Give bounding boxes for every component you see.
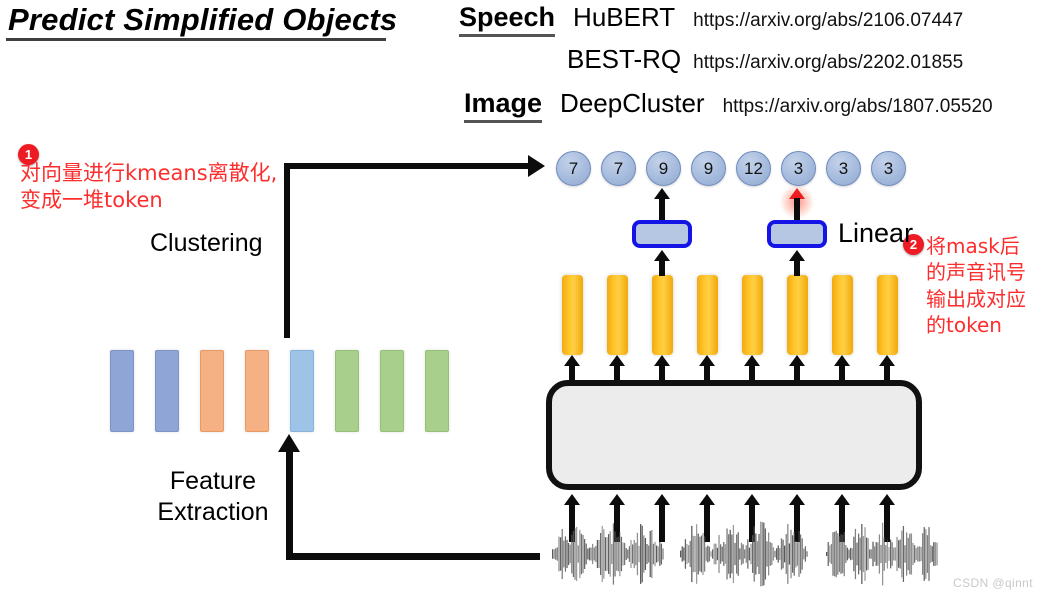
feature-vector-bar	[562, 275, 583, 355]
arrow-shaft	[794, 365, 800, 381]
feature-vector-bar	[607, 275, 628, 355]
cluster-bar	[245, 350, 269, 432]
feature-to-linear-arrow	[785, 250, 809, 276]
cluster-bar	[155, 350, 179, 432]
cluster-bar	[425, 350, 449, 432]
reference-model-name: BEST-RQ	[567, 44, 682, 74]
feature-path-horizontal	[286, 553, 540, 560]
audio-waveform	[552, 523, 664, 585]
encoder-to-feature-arrow	[605, 355, 629, 381]
feature-path-vertical	[286, 448, 293, 560]
linear-to-token-arrow-highlighted	[785, 188, 809, 220]
clustering-arrowhead-icon	[528, 155, 545, 177]
transformer-encoder-block[interactable]	[546, 380, 922, 490]
feature-vector-bar	[877, 275, 898, 355]
clustering-label: Clustering	[150, 229, 263, 257]
linear-label: Linear	[838, 218, 914, 248]
arrow-shaft	[614, 365, 620, 381]
feature-vector-bar	[697, 275, 718, 355]
encoder-to-feature-arrow	[875, 355, 899, 381]
feature-vector-bar	[742, 275, 763, 355]
encoder-to-feature-arrow	[560, 355, 584, 381]
annotation-text-1: 对向量进行kmeans离散化, 变成一堆token	[20, 161, 278, 212]
feature-vector-bar	[832, 275, 853, 355]
cluster-bar	[110, 350, 134, 432]
cluster-bar	[200, 350, 224, 432]
audio-waveform	[680, 521, 808, 587]
reference-row-speech: Speech HuBERT https://arxiv.org/abs/2106.0…	[459, 2, 963, 37]
reference-category-label: Image	[464, 88, 543, 123]
linear-box[interactable]	[767, 220, 827, 248]
audio-waveform	[826, 522, 938, 586]
feature-vector-bar	[787, 275, 808, 355]
feature-to-linear-arrow	[650, 250, 674, 276]
arrow-shaft	[704, 365, 710, 381]
arrow-shaft	[794, 198, 800, 220]
reference-model-name: HuBERT	[573, 2, 676, 32]
arrow-shaft	[839, 365, 845, 381]
arrow-shaft	[794, 260, 800, 276]
arrow-shaft	[749, 365, 755, 381]
token-circle[interactable]: 3	[826, 151, 861, 186]
reference-url[interactable]: https://arxiv.org/abs/2202.01855	[693, 52, 963, 74]
slide-canvas: Predict Simplified Objects Speech HuBERT h…	[0, 0, 1043, 596]
arrow-shaft	[569, 365, 575, 381]
encoder-to-feature-arrow	[650, 355, 674, 381]
reference-row-image: Image DeepCluster https://arxiv.org/abs/18…	[464, 88, 993, 123]
token-circle[interactable]: 3	[871, 151, 906, 186]
reference-model-name: DeepCluster	[560, 88, 705, 118]
encoder-to-feature-arrow	[785, 355, 809, 381]
cluster-bar	[290, 350, 314, 432]
arrow-shaft	[884, 365, 890, 381]
page-title: Predict Simplified Objects	[8, 2, 398, 37]
token-circle[interactable]: 9	[646, 151, 681, 186]
feature-vector-bar	[652, 275, 673, 355]
encoder-to-feature-arrow	[740, 355, 764, 381]
token-circle[interactable]: 9	[691, 151, 726, 186]
arrow-shaft	[659, 260, 665, 276]
clustering-path-horizontal	[284, 163, 532, 169]
reference-url[interactable]: https://arxiv.org/abs/1807.05520	[723, 96, 993, 118]
annotation-text-2: 将mask后 的声音讯号 输出成对应 的token	[926, 234, 1026, 338]
reference-url[interactable]: https://arxiv.org/abs/2106.07447	[693, 10, 963, 32]
watermark: CSDN @qinnt	[953, 576, 1033, 590]
reference-row-bestrq: BEST-RQ https://arxiv.org/abs/2202.01855	[567, 44, 963, 75]
feature-arrowhead-icon	[278, 434, 300, 452]
arrow-shaft	[659, 365, 665, 381]
encoder-to-feature-arrow	[695, 355, 719, 381]
feature-extraction-label: Feature Extraction	[157, 467, 269, 526]
title-underline	[6, 38, 386, 41]
cluster-bar	[335, 350, 359, 432]
reference-category-label: Speech	[459, 2, 556, 37]
linear-to-token-arrow	[650, 188, 674, 220]
token-circle[interactable]: 3	[781, 151, 816, 186]
linear-box[interactable]	[632, 220, 692, 248]
clustering-path-vertical	[284, 168, 290, 338]
token-circle[interactable]: 12	[736, 151, 771, 186]
token-circle[interactable]: 7	[601, 151, 636, 186]
cluster-bar	[380, 350, 404, 432]
arrow-shaft	[659, 198, 665, 220]
encoder-to-feature-arrow	[830, 355, 854, 381]
token-circle[interactable]: 7	[556, 151, 591, 186]
